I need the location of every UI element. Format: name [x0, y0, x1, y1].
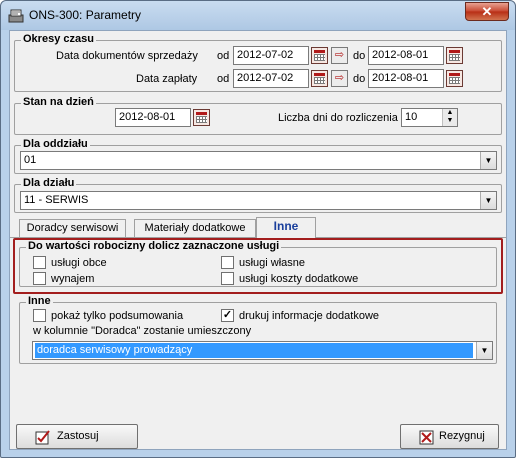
cancel-button[interactable]: Rezygnuj — [400, 424, 499, 449]
rental-label: wynajem — [51, 272, 95, 285]
copy-arrow-icon: ⇨ — [334, 72, 345, 84]
checkbox-box[interactable] — [221, 256, 234, 269]
apply-checkmark-icon — [35, 430, 50, 445]
external-services-label: usługi obce — [51, 256, 107, 269]
rental-checkbox[interactable]: wynajem — [33, 272, 94, 285]
checkbox-box[interactable] — [33, 256, 46, 269]
apply-button-label: Zastosuj — [57, 430, 99, 442]
periods-group-title: Okresy czasu — [21, 33, 96, 45]
state-date-calendar-icon[interactable] — [193, 109, 210, 126]
chevron-down-icon[interactable]: ▼ — [480, 192, 496, 209]
spin-down-icon[interactable]: ▼ — [443, 117, 457, 125]
checkbox-box[interactable] — [33, 272, 46, 285]
state-group-title: Stan na dzień — [21, 96, 96, 108]
branch-select-value: 01 — [24, 154, 37, 166]
external-services-checkbox[interactable]: usługi obce — [33, 256, 107, 269]
department-select[interactable]: 11 - SERWIS ▼ — [20, 191, 497, 210]
spinner-arrows[interactable]: ▲ ▼ — [442, 109, 457, 126]
own-services-label: usługi własne — [239, 256, 306, 269]
state-date-input[interactable]: 2012-08-01 — [115, 108, 191, 127]
checkmark-icon[interactable]: ✓ — [221, 309, 234, 322]
tab-other[interactable]: Inne — [256, 217, 316, 238]
apply-button[interactable]: Zastosuj — [16, 424, 138, 449]
advisor-select[interactable]: doradca serwisowy prowadzący ▼ — [32, 341, 493, 360]
payment-to-input[interactable]: 2012-08-01 — [368, 69, 444, 88]
summary-only-checkbox[interactable]: pokaż tylko podsumowania — [33, 309, 183, 322]
dialog-window: ONS-300: Parametry ✕ Okresy czasu Data d… — [0, 0, 516, 458]
close-icon: ✕ — [481, 4, 493, 19]
sales-to-label: do — [353, 50, 366, 62]
cancel-button-label: Rezygnuj — [439, 430, 485, 442]
sales-to-calendar-icon[interactable] — [446, 47, 463, 64]
days-to-settle-label: Liczba dni do rozliczenia — [278, 112, 398, 124]
chevron-down-icon[interactable]: ▼ — [480, 152, 496, 169]
sales-date-label: Data dokumentów sprzedaży — [56, 50, 198, 62]
department-select-value: 11 - SERWIS — [24, 194, 89, 206]
cancel-x-icon — [419, 430, 434, 445]
other-group-title: Inne — [26, 295, 53, 307]
app-icon — [8, 9, 24, 23]
print-info-label: drukuj informacje dodatkowe — [239, 309, 380, 322]
tab-additional-materials[interactable]: Materiały dodatkowe — [134, 219, 256, 237]
advisor-column-label: w kolumnie "Doradca" zostanie umieszczon… — [33, 325, 252, 337]
sales-from-label: od — [217, 50, 230, 62]
checkbox-box[interactable] — [33, 309, 46, 322]
sales-to-input[interactable]: 2012-08-01 — [368, 46, 444, 65]
title-bar: ONS-300: Parametry ✕ — [1, 1, 515, 30]
print-info-checkbox[interactable]: ✓ drukuj informacje dodatkowe — [221, 309, 379, 322]
close-button[interactable]: ✕ — [465, 2, 509, 21]
payment-from-input[interactable]: 2012-07-02 — [233, 69, 309, 88]
own-services-checkbox[interactable]: usługi własne — [221, 256, 305, 269]
additional-costs-checkbox[interactable]: usługi koszty dodatkowe — [221, 272, 358, 285]
days-to-settle-value: 10 — [405, 111, 418, 123]
window-title: ONS-300: Parametry — [29, 8, 142, 22]
payment-date-label: Data zapłaty — [136, 73, 198, 85]
tab-service-advisors[interactable]: Doradcy serwisowi — [19, 219, 126, 237]
payment-from-calendar-icon[interactable] — [311, 70, 328, 87]
payment-to-label: do — [353, 73, 366, 85]
copy-arrow-icon: ⇨ — [334, 49, 345, 61]
chevron-down-icon[interactable]: ▼ — [476, 342, 492, 359]
payment-from-label: od — [217, 73, 230, 85]
days-to-settle-spinner[interactable]: 10 ▲ ▼ — [401, 108, 458, 127]
summary-only-label: pokaż tylko podsumowania — [51, 309, 184, 322]
payment-to-calendar-icon[interactable] — [446, 70, 463, 87]
advisor-select-value: doradca serwisowy prowadzący — [35, 343, 473, 358]
additional-costs-label: usługi koszty dodatkowe — [239, 272, 359, 285]
checkbox-box[interactable] — [221, 272, 234, 285]
branch-group-title: Dla oddziału — [21, 138, 90, 150]
tab-strip: Doradcy serwisowi Materiały dodatkowe In… — [10, 217, 506, 238]
spin-up-icon[interactable]: ▲ — [443, 109, 457, 117]
dialog-client-area: Okresy czasu Data dokumentów sprzedaży o… — [9, 30, 507, 450]
labor-services-title: Do wartości robocizny dolicz zaznaczone … — [26, 240, 282, 252]
payment-copy-date-icon[interactable]: ⇨ — [331, 70, 348, 87]
sales-from-input[interactable]: 2012-07-02 — [233, 46, 309, 65]
sales-from-calendar-icon[interactable] — [311, 47, 328, 64]
department-group-title: Dla działu — [21, 177, 77, 189]
branch-select[interactable]: 01 ▼ — [20, 151, 497, 170]
sales-copy-date-icon[interactable]: ⇨ — [331, 47, 348, 64]
